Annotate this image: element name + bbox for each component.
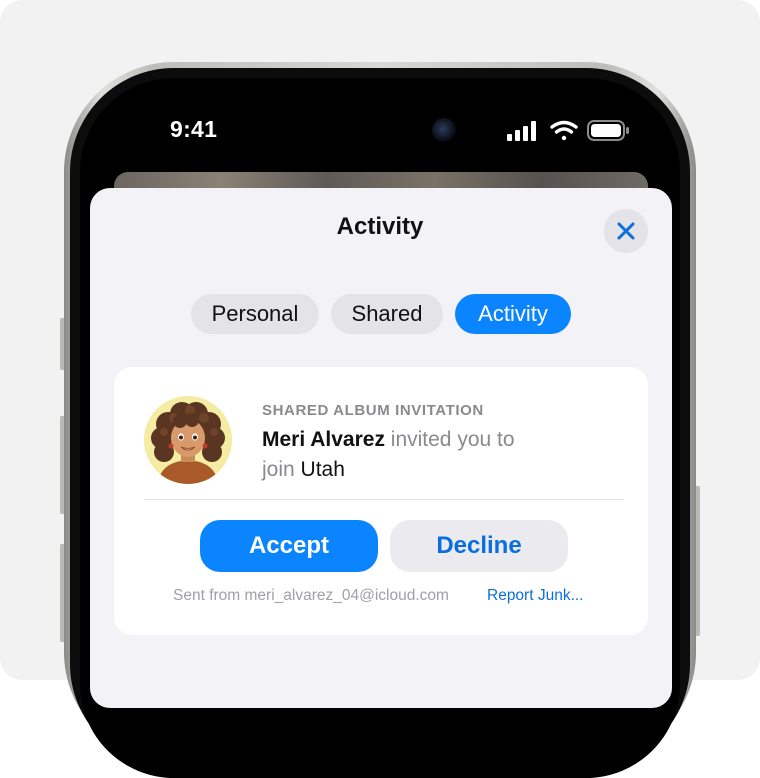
battery-icon	[587, 120, 629, 141]
album-name: Utah	[300, 458, 345, 481]
invitation-text-mid: invited you to	[384, 428, 515, 451]
sent-from-text: Sent from meri_alvarez_04@icloud.com	[173, 587, 449, 604]
invitation-message: Meri Alvarez invited you to join Utah	[262, 425, 602, 485]
invitation-text-join: join	[262, 458, 301, 481]
decline-button[interactable]: Decline	[390, 520, 568, 572]
report-junk-link[interactable]: Report Junk...	[487, 587, 607, 605]
decline-button-label: Decline	[436, 532, 522, 559]
accept-button[interactable]: Accept	[200, 520, 378, 572]
wifi-icon	[550, 120, 578, 141]
tab-personal[interactable]: Personal	[191, 294, 319, 334]
tab-activity-label: Activity	[478, 301, 548, 326]
invitation-label: SHARED ALBUM INVITATION	[262, 402, 484, 419]
tab-personal-label: Personal	[211, 301, 299, 326]
tab-shared-label: Shared	[351, 301, 423, 326]
avatar	[144, 396, 232, 484]
cellular-signal-icon	[507, 121, 536, 141]
sender-name: Meri Alvarez	[262, 428, 385, 451]
accept-button-label: Accept	[248, 532, 330, 559]
tab-shared[interactable]: Shared	[331, 294, 443, 334]
close-button[interactable]	[604, 209, 648, 253]
front-camera-icon	[432, 118, 456, 142]
tab-activity[interactable]: Activity	[455, 294, 571, 334]
status-time: 9:41	[170, 116, 218, 142]
status-icons	[506, 118, 636, 144]
divider	[144, 499, 624, 500]
close-icon	[617, 222, 635, 240]
